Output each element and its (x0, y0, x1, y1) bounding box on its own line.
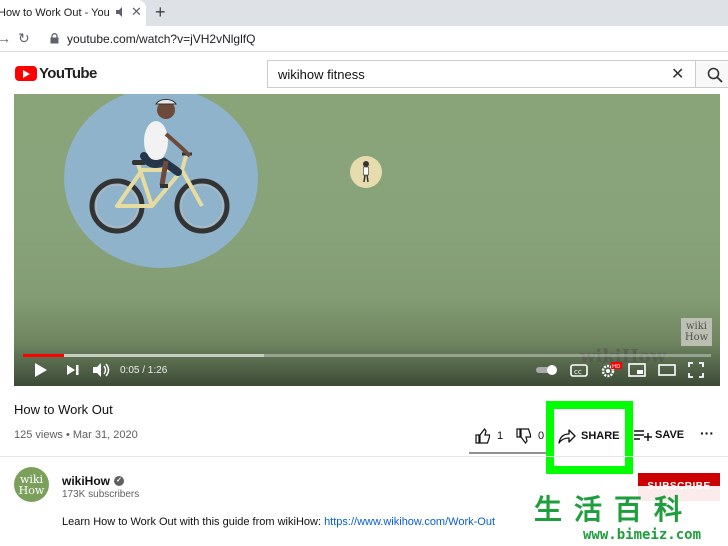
dislike-button[interactable]: 0 (516, 428, 544, 444)
cyclist-illustration (89, 98, 230, 234)
clear-search-icon[interactable]: ✕ (671, 64, 684, 84)
more-actions-icon[interactable]: ··· (700, 425, 714, 441)
share-arrow-icon (558, 429, 576, 444)
subscriber-count: 173K subscribers (62, 489, 140, 500)
runner-thumbnail (350, 156, 382, 188)
youtube-play-logo-icon (15, 66, 37, 81)
like-count: 1 (497, 430, 504, 442)
svg-text:cc: cc (574, 368, 582, 376)
hd-badge: HD (612, 364, 620, 370)
video-meta: 125 views • Mar 31, 2020 (14, 429, 138, 441)
youtube-logo[interactable]: YouTube (15, 65, 97, 82)
thumbs-up-icon (475, 428, 491, 444)
section-divider (0, 456, 728, 457)
dislike-count: 0 (538, 430, 545, 442)
share-label: SHARE (581, 430, 620, 442)
search-input[interactable]: wikihow fitness ✕ (267, 60, 695, 88)
address-bar: → ↻ youtube.com/watch?v=jVH2vNlglfQ (0, 26, 728, 52)
search-icon (707, 67, 723, 83)
progress-bar[interactable] (23, 354, 711, 357)
watermark-url: www.bimeiz.com (583, 527, 702, 543)
browser-tab-bar: How to Work Out - YouTube ✕ + (0, 0, 728, 26)
badge-line-2: How (684, 332, 709, 343)
tab-title: How to Work Out - YouTube (0, 7, 110, 19)
youtube-header: YouTube wikihow fitness ✕ (0, 53, 728, 94)
channel-name: wikiHow (62, 474, 111, 488)
reload-icon[interactable]: ↻ (18, 30, 30, 47)
video-description: Learn How to Work Out with this guide fr… (62, 516, 495, 528)
badge-line-1: wiki (685, 321, 707, 332)
video-title: How to Work Out (14, 402, 113, 417)
like-button[interactable]: 1 (475, 428, 503, 444)
lock-icon (50, 33, 59, 44)
thumbs-down-icon (516, 428, 532, 444)
captions-icon[interactable]: cc (570, 362, 588, 378)
browser-tab[interactable]: How to Work Out - YouTube ✕ (0, 0, 146, 26)
play-icon[interactable] (34, 362, 48, 378)
description-link[interactable]: https://www.wikihow.com/Work-Out (324, 516, 495, 528)
search-value: wikihow fitness (278, 67, 365, 82)
verified-check-icon: ✓ (114, 476, 125, 486)
description-text: Learn How to Work Out with this guide fr… (62, 516, 325, 528)
time-display: 0:05 / 1:26 (120, 365, 168, 376)
theater-mode-icon[interactable] (658, 362, 676, 378)
channel-name-link[interactable]: wikiHow ✓ (62, 474, 125, 488)
fullscreen-icon[interactable] (688, 362, 704, 378)
save-button[interactable]: SAVE (633, 428, 684, 442)
wikihow-corner-badge: wiki How (681, 318, 712, 346)
autoplay-toggle-icon[interactable] (536, 364, 558, 376)
volume-icon[interactable] (92, 362, 110, 378)
add-to-playlist-icon (634, 430, 652, 441)
site-watermark-stamp: 生活百科 www.bimeiz.com (528, 486, 728, 546)
avatar-line-2: How (18, 484, 45, 497)
save-label: SAVE (655, 429, 685, 441)
share-button[interactable]: SHARE (558, 428, 620, 444)
tab-close-icon[interactable]: ✕ (131, 5, 142, 19)
url-field[interactable]: youtube.com/watch?v=jVH2vNlglfQ (67, 32, 255, 46)
settings-icon[interactable]: HD (600, 362, 622, 378)
runner-icon (363, 161, 369, 183)
new-tab-icon[interactable]: + (155, 3, 166, 21)
next-icon[interactable] (66, 362, 80, 378)
watermark-characters: 生活百科 (534, 493, 695, 526)
search-button[interactable] (695, 60, 728, 88)
speaker-icon[interactable] (115, 6, 127, 18)
youtube-logo-text: YouTube (39, 65, 97, 82)
progress-played (23, 354, 65, 357)
miniplayer-icon[interactable] (628, 362, 646, 378)
video-player[interactable]: wiki How wikiHow 0:05 / 1:26 cc HD (14, 94, 720, 386)
forward-icon[interactable]: → (0, 30, 11, 46)
channel-avatar[interactable]: wiki How (14, 467, 49, 502)
